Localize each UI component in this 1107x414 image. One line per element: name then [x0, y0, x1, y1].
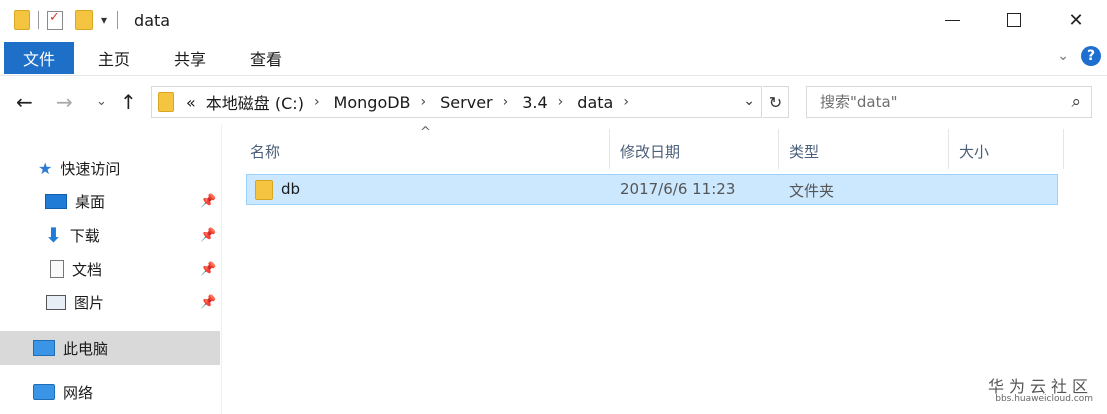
sidebar-item-pictures[interactable]: 图片 📌: [0, 285, 220, 319]
pin-icon[interactable]: 📌: [200, 262, 216, 277]
address-bar[interactable]: « 本地磁盘 (C:) › MongoDB › Server › 3.4 › d…: [151, 86, 762, 118]
sidebar-item-label: 网络: [63, 383, 94, 402]
minimize-button[interactable]: [921, 0, 983, 40]
breadcrumb-mongodb[interactable]: MongoDB: [334, 93, 411, 112]
title-bar: ▾ data ✕: [0, 0, 1107, 40]
computer-icon: [33, 340, 55, 356]
breadcrumb-drive[interactable]: 本地磁盘 (C:): [206, 90, 304, 114]
sidebar-item-network[interactable]: 网络: [0, 375, 220, 409]
refresh-button[interactable]: ↻: [763, 86, 789, 118]
back-arrow-icon[interactable]: ←: [16, 90, 33, 114]
tab-share[interactable]: 共享: [154, 42, 226, 74]
chevron-right-icon[interactable]: ›: [421, 94, 427, 110]
sidebar-item-label: 快速访问: [60, 159, 121, 178]
column-header-modified[interactable]: 修改日期: [620, 133, 680, 169]
minimize-icon: [944, 19, 960, 21]
column-header-name[interactable]: 名称: [250, 133, 280, 169]
network-icon: [33, 384, 55, 400]
sidebar-item-label: 桌面: [75, 192, 106, 211]
toolbar-divider: [38, 11, 39, 29]
chevron-right-icon[interactable]: ›: [558, 94, 564, 110]
sidebar-item-downloads[interactable]: ⬇ 下载 📌: [0, 218, 220, 252]
tab-file[interactable]: 文件: [4, 41, 75, 74]
recent-locations-icon[interactable]: ⌄: [96, 94, 107, 109]
window-controls: ✕: [921, 0, 1107, 40]
folder-icon: [255, 180, 273, 200]
sidebar-item-label: 此电脑: [63, 339, 109, 358]
navigation-bar: ← → ⌄ ↑ « 本地磁盘 (C:) › MongoDB › Server ›…: [0, 82, 1107, 122]
refresh-icon: ↻: [768, 92, 783, 112]
properties-icon[interactable]: [47, 10, 63, 30]
breadcrumb-data[interactable]: data: [577, 93, 613, 112]
sidebar-item-desktop[interactable]: 桌面 📌: [0, 184, 220, 218]
close-button[interactable]: ✕: [1045, 0, 1107, 40]
column-divider[interactable]: [778, 129, 779, 169]
customize-dropdown-icon[interactable]: ▾: [101, 13, 107, 27]
chevron-right-icon[interactable]: ›: [503, 94, 509, 110]
file-modified: 2017/6/6 11:23: [620, 180, 736, 198]
close-icon: ✕: [1068, 9, 1084, 31]
expand-ribbon-icon[interactable]: ⌄: [1057, 48, 1069, 64]
breadcrumb-overflow[interactable]: «: [186, 93, 196, 112]
sidebar-item-label: 文档: [72, 260, 103, 279]
document-icon: [50, 260, 64, 278]
column-divider[interactable]: [948, 129, 949, 169]
maximize-button[interactable]: [983, 0, 1045, 40]
column-divider[interactable]: [1063, 129, 1064, 169]
column-header-size[interactable]: 大小: [959, 133, 989, 169]
ribbon-tabs: 文件 主页 共享 查看 ⌄ ?: [0, 40, 1107, 76]
pin-icon[interactable]: 📌: [200, 295, 216, 310]
tab-view[interactable]: 查看: [230, 42, 302, 74]
pin-icon[interactable]: 📌: [200, 228, 216, 243]
ribbon-right-controls: ⌄ ?: [1057, 46, 1101, 66]
table-row[interactable]: db 2017/6/6 11:23 文件夹: [246, 174, 1058, 205]
forward-arrow-icon[interactable]: →: [56, 90, 73, 114]
tab-home[interactable]: 主页: [78, 42, 150, 74]
sidebar-item-label: 图片: [74, 293, 105, 312]
help-icon[interactable]: ?: [1081, 46, 1101, 66]
chevron-right-icon[interactable]: ›: [623, 94, 629, 110]
quick-access-toolbar: ▾ data: [0, 0, 170, 40]
new-folder-icon[interactable]: [75, 10, 93, 30]
pin-icon[interactable]: 📌: [200, 194, 216, 209]
address-dropdown-icon[interactable]: ⌄: [743, 93, 755, 109]
column-header-type[interactable]: 类型: [789, 133, 819, 169]
watermark-url: bbs.huaweicloud.com: [995, 394, 1093, 404]
maximize-icon: [1007, 13, 1021, 27]
navigation-pane: ★ 快速访问 桌面 📌 ⬇ 下载 📌 文档 📌 图片 📌 此电脑 网络: [0, 125, 222, 414]
download-icon: ⬇: [45, 223, 62, 247]
up-arrow-icon[interactable]: ↑: [120, 90, 137, 114]
chevron-right-icon[interactable]: ›: [314, 94, 320, 110]
sidebar-item-this-pc[interactable]: 此电脑: [0, 331, 220, 365]
picture-icon: [46, 294, 66, 310]
breadcrumb-server[interactable]: Server: [440, 93, 492, 112]
window-title: data: [134, 10, 171, 30]
star-icon: ★: [38, 158, 53, 178]
file-type: 文件夹: [789, 182, 835, 200]
sidebar-item-quick-access[interactable]: ★ 快速访问: [0, 151, 220, 185]
desktop-icon: [45, 193, 67, 209]
search-box[interactable]: ⌕: [806, 86, 1092, 118]
search-input[interactable]: [820, 93, 1050, 111]
search-icon[interactable]: ⌕: [1071, 92, 1081, 112]
file-list: ^ 名称 修改日期 类型 大小 db 2017/6/6 11:23 文件夹: [226, 125, 1107, 414]
sort-ascending-icon: ^: [420, 125, 431, 140]
breadcrumb-version[interactable]: 3.4: [522, 93, 547, 112]
folder-icon: [158, 92, 174, 112]
file-name: db: [281, 180, 301, 198]
sidebar-item-documents[interactable]: 文档 📌: [0, 252, 220, 286]
folder-icon: [14, 10, 30, 30]
toolbar-divider: [117, 11, 119, 29]
sidebar-item-label: 下载: [69, 226, 100, 245]
column-divider[interactable]: [609, 129, 610, 169]
